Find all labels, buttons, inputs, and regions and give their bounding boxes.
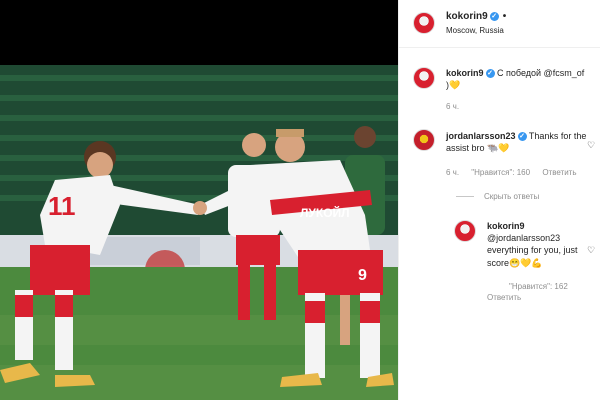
more-dot-icon: • bbox=[502, 11, 507, 22]
comment-reply-button[interactable]: Ответить bbox=[542, 168, 576, 177]
reply-reply-button[interactable]: Ответить bbox=[487, 293, 521, 302]
verified-badge-icon: ✓ bbox=[485, 69, 495, 78]
caption-time: 6 ч. bbox=[446, 102, 460, 111]
jersey-number-right: 9 bbox=[358, 267, 367, 284]
caption-author[interactable]: kokorin9 bbox=[446, 68, 484, 78]
verified-badge-icon: ✓ bbox=[489, 12, 499, 21]
reply-text: everything for you, just bbox=[487, 245, 578, 255]
hide-replies-label[interactable]: Скрыть ответы bbox=[484, 192, 539, 201]
hide-replies-button[interactable]: Скрыть ответы bbox=[456, 192, 549, 201]
post-location[interactable]: Moscow, Russia bbox=[446, 26, 504, 35]
post-author-name[interactable]: kokorin9 bbox=[446, 11, 488, 22]
caption-line-2: )💛 bbox=[446, 80, 461, 90]
comment-time: 6 ч. bbox=[446, 168, 460, 177]
avatar[interactable] bbox=[413, 12, 435, 34]
comment-author[interactable]: jordanlarsson23 bbox=[446, 131, 516, 141]
caption: kokorin9 ✓ С победой @fcsm_of bbox=[446, 68, 584, 79]
reply-text-line-3: score😁💛💪 bbox=[487, 258, 543, 268]
reply-likes[interactable]: "Нравится": 162 bbox=[509, 282, 568, 291]
comment-line-2: assist bro 🐃💛 bbox=[446, 143, 510, 153]
reply-mention[interactable]: @jordanlarsson23 bbox=[487, 233, 560, 244]
divider bbox=[456, 196, 474, 198]
comment-meta: 6 ч. "Нравится": 160 Ответить bbox=[446, 168, 587, 177]
avatar[interactable] bbox=[413, 67, 435, 89]
heart-icon[interactable]: ♡ bbox=[587, 245, 595, 256]
comment: jordanlarsson23 ✓ Thanks for the bbox=[446, 131, 586, 142]
reply-author[interactable]: kokorin9 bbox=[487, 221, 525, 232]
verified-badge-icon: ✓ bbox=[517, 132, 527, 141]
comment-likes[interactable]: "Нравится": 160 bbox=[471, 168, 530, 177]
shirt-sponsor-text: ЛУКОЙЛ bbox=[300, 205, 350, 220]
photo-letterbox bbox=[0, 0, 398, 65]
post-author[interactable]: kokorin9 ✓ • bbox=[446, 11, 506, 22]
heart-icon[interactable]: ♡ bbox=[587, 140, 595, 151]
avatar[interactable] bbox=[454, 220, 476, 242]
avatar[interactable] bbox=[413, 129, 435, 151]
jersey-number-left: 11 bbox=[48, 191, 76, 221]
comment-text: Thanks for the bbox=[528, 131, 587, 141]
caption-text: С победой @fcsm_of bbox=[497, 68, 585, 78]
post-photo[interactable]: 11 9 ЛУКОЙЛ bbox=[0, 65, 398, 400]
post-side-panel: kokorin9 ✓ • Moscow, Russia kokorin9 ✓ С по… bbox=[398, 0, 600, 400]
post-header: kokorin9 ✓ • Moscow, Russia bbox=[399, 0, 600, 48]
